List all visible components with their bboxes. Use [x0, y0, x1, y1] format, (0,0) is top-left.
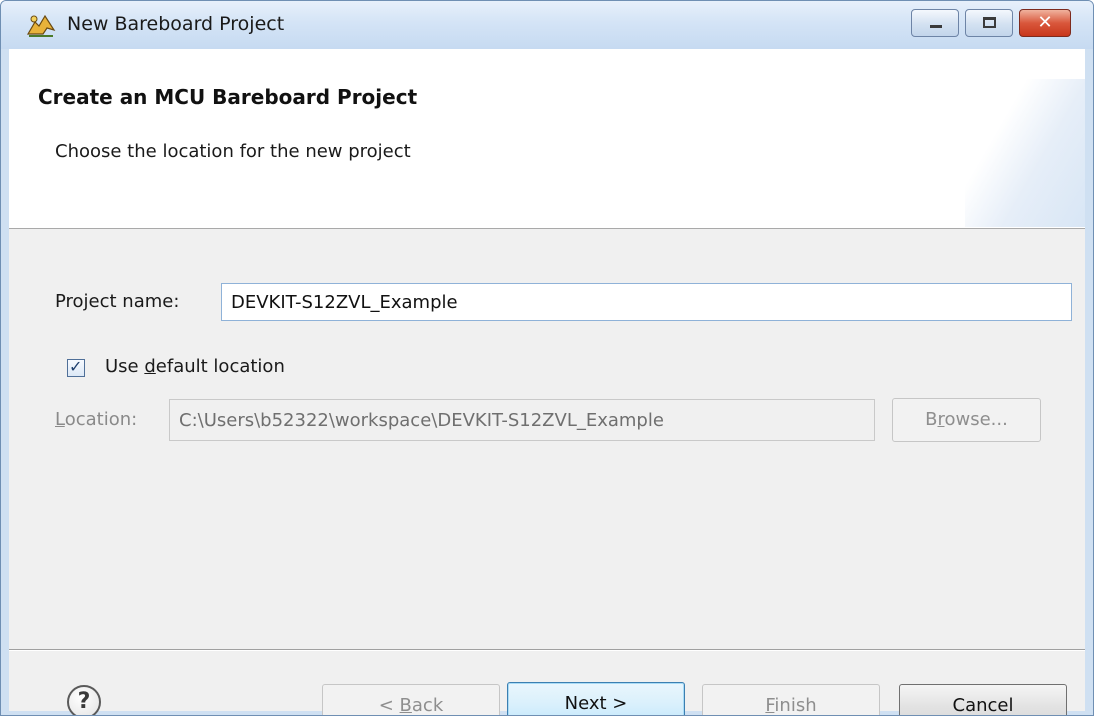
location-label: Location: [55, 409, 138, 430]
close-icon: ✕ [1037, 12, 1053, 33]
window-title: New Bareboard Project [67, 13, 285, 35]
wizard-page-description: Choose the location for the new project [55, 141, 411, 162]
close-button[interactable]: ✕ [1019, 9, 1071, 37]
cancel-button[interactable]: Cancel [899, 684, 1067, 715]
project-name-label: Project name: [55, 291, 180, 312]
back-button: < Back [322, 684, 500, 715]
project-name-input[interactable] [221, 283, 1072, 321]
checkmark-icon: ✓ [69, 357, 83, 376]
dialog-window: New Bareboard Project ✕ Create an MCU Ba… [0, 0, 1094, 716]
banner-top [9, 49, 1085, 79]
next-button[interactable]: Next > [507, 682, 685, 715]
maximize-icon [983, 17, 996, 28]
title-bar[interactable]: New Bareboard Project ✕ [1, 1, 1093, 49]
wizard-page-title: Create an MCU Bareboard Project [38, 85, 418, 109]
finish-button: Finish [702, 684, 880, 715]
minimize-icon [930, 25, 942, 28]
maximize-button[interactable] [965, 9, 1013, 37]
dialog-content: Create an MCU Bareboard Project Choose t… [9, 49, 1085, 715]
footer-separator [9, 649, 1085, 651]
use-default-location-label[interactable]: Use default location [105, 356, 285, 377]
bareboard-wizard-icon [26, 14, 56, 37]
use-default-location-checkbox[interactable]: ✓ [67, 357, 85, 377]
browse-button: Browse... [892, 398, 1041, 442]
help-icon[interactable]: ? [67, 685, 101, 715]
location-input [169, 399, 875, 441]
minimize-button[interactable] [911, 9, 959, 37]
banner-decoration [965, 79, 1085, 227]
